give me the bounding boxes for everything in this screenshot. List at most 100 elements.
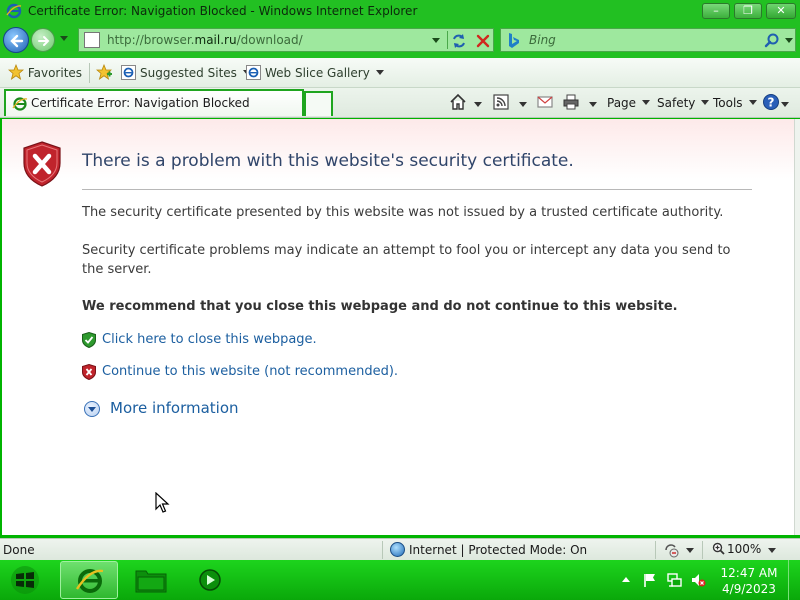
show-desktop-button[interactable] — [788, 560, 800, 600]
popup-blocker-icon[interactable] — [663, 542, 679, 558]
page-menu[interactable]: Page — [607, 93, 651, 113]
tab-label: Certificate Error: Navigation Blocked — [31, 96, 250, 110]
suggested-sites-item[interactable]: Suggested Sites — [121, 63, 251, 83]
vertical-scrollbar[interactable] — [794, 119, 800, 535]
chevron-down-icon — [375, 70, 384, 75]
stop-icon[interactable] — [474, 32, 492, 50]
taskbar-file-explorer[interactable] — [122, 561, 180, 599]
add-favorite-icon — [96, 64, 112, 80]
popup-dropdown[interactable] — [686, 548, 694, 553]
help-icon[interactable]: ? — [761, 92, 781, 112]
favorites-divider — [89, 63, 90, 83]
page-title: There is a problem with this website's s… — [82, 151, 574, 171]
feeds-icon[interactable] — [491, 92, 511, 112]
refresh-icon[interactable] — [450, 32, 468, 50]
search-icon[interactable] — [763, 32, 781, 50]
page-menu-label: Page — [607, 96, 637, 110]
close-webpage-link-text[interactable]: Click here to close this webpage. — [102, 332, 317, 347]
read-mail-icon[interactable] — [535, 92, 555, 112]
title-bar: Certificate Error: Navigation Blocked - … — [0, 0, 800, 22]
shield-error-icon — [23, 141, 61, 187]
print-dropdown[interactable] — [589, 102, 597, 107]
ie-logo-icon — [12, 97, 28, 111]
forward-button[interactable] — [31, 28, 55, 52]
ie-logo-icon — [6, 3, 22, 19]
tab-certificate-error[interactable]: Certificate Error: Navigation Blocked — [4, 89, 304, 116]
help-dropdown[interactable] — [781, 102, 789, 107]
mouse-cursor-icon — [155, 492, 170, 513]
maximize-button[interactable]: ❐ — [734, 3, 762, 19]
chevron-down-icon — [748, 100, 757, 105]
title-divider — [82, 189, 752, 190]
close-window-button[interactable]: ✕ — [766, 3, 796, 19]
security-zone[interactable]: Internet | Protected Mode: On — [390, 542, 587, 557]
continue-link-text[interactable]: Continue to this website (not recommende… — [102, 364, 398, 379]
suggested-sites-label: Suggested Sites — [140, 66, 237, 80]
taskbar-media-player[interactable] — [182, 561, 240, 599]
zoom-level[interactable]: 100% — [712, 542, 761, 556]
certificate-warning-text: Security certificate problems may indica… — [82, 243, 731, 277]
address-bar[interactable]: http://browser.mail.ru/download/ — [78, 28, 494, 52]
search-box[interactable]: Bing — [500, 28, 796, 52]
status-text: Done — [3, 543, 35, 557]
ie-logo-icon — [75, 569, 104, 593]
safety-menu-label: Safety — [657, 96, 696, 110]
home-icon[interactable] — [448, 92, 468, 112]
star-icon — [8, 64, 24, 80]
navigation-bar: http://browser.mail.ru/download/ Bing — [0, 22, 800, 58]
clock-time: 12:47 AM — [720, 566, 778, 580]
more-information-label[interactable]: More information — [110, 399, 239, 417]
clock-date: 4/9/2023 — [722, 582, 776, 596]
status-divider — [655, 541, 656, 559]
add-to-favorites-button[interactable] — [96, 63, 112, 83]
chevron-down-icon — [642, 100, 651, 105]
zoom-value: 100% — [727, 542, 762, 556]
tab-row: Certificate Error: Navigation Blocked Pa… — [0, 88, 800, 118]
home-dropdown[interactable] — [474, 102, 482, 107]
zoom-icon — [712, 542, 725, 555]
search-input[interactable]: Bing — [529, 33, 556, 47]
web-slice-gallery-label: Web Slice Gallery — [265, 66, 370, 80]
recommendation-text: We recommend that you close this webpage… — [82, 299, 678, 314]
minimize-button[interactable]: – — [702, 3, 730, 19]
ie-page-icon — [246, 65, 261, 80]
taskbar-internet-explorer[interactable] — [60, 561, 118, 599]
network-icon[interactable] — [666, 572, 682, 588]
start-button[interactable] — [6, 565, 44, 595]
address-divider — [447, 31, 448, 49]
safety-menu[interactable]: Safety — [657, 93, 710, 113]
status-divider — [382, 541, 383, 559]
favorites-label: Favorites — [27, 66, 83, 80]
globe-icon — [390, 542, 405, 557]
action-center-flag-icon[interactable] — [642, 572, 658, 588]
system-clock[interactable]: 12:47 AM 4/9/2023 — [718, 565, 780, 597]
tools-menu[interactable]: Tools — [713, 93, 757, 113]
shield-ok-icon — [82, 332, 96, 348]
address-dropdown[interactable] — [432, 38, 440, 43]
new-tab-button[interactable] — [304, 91, 333, 116]
volume-muted-icon[interactable] — [690, 572, 706, 588]
show-hidden-icons-button[interactable] — [622, 577, 630, 582]
feeds-dropdown[interactable] — [519, 102, 527, 107]
page-icon — [84, 32, 100, 48]
arrow-left-icon — [10, 34, 24, 48]
print-icon[interactable] — [561, 92, 581, 112]
expand-icon — [84, 401, 100, 417]
media-player-icon — [199, 569, 221, 591]
taskbar: 12:47 AM 4/9/2023 — [0, 560, 800, 600]
favorites-bar: Favorites Suggested Sites Web Slice Gall… — [0, 58, 800, 88]
status-divider — [702, 541, 703, 559]
back-button[interactable] — [3, 27, 29, 53]
zoom-dropdown[interactable] — [768, 548, 776, 553]
web-slice-gallery-item[interactable]: Web Slice Gallery — [246, 63, 384, 83]
certificate-issue-text: The security certificate presented by th… — [82, 205, 724, 220]
chevron-down-icon — [701, 100, 710, 105]
address-url[interactable]: http://browser.mail.ru/download/ — [107, 33, 303, 47]
recent-pages-dropdown[interactable] — [60, 36, 68, 41]
folder-icon — [135, 570, 167, 593]
search-dropdown[interactable] — [785, 38, 793, 43]
ie-page-icon — [121, 65, 136, 80]
favorites-button[interactable]: Favorites — [8, 63, 82, 83]
status-bar: Done Internet | Protected Mode: On 100% — [0, 538, 800, 560]
bing-icon — [509, 33, 519, 48]
